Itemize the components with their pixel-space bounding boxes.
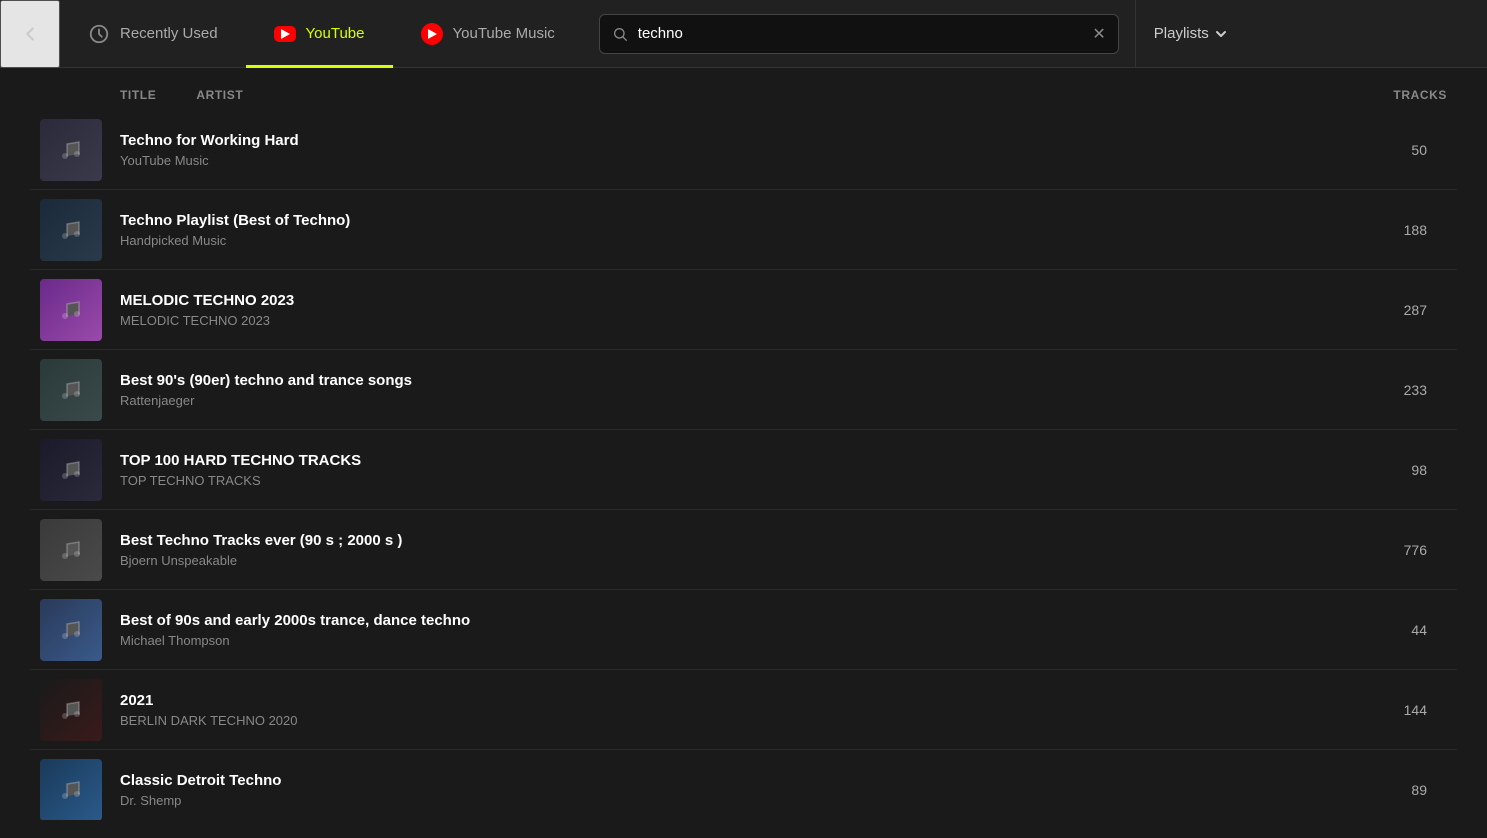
playlist-item[interactable]: Best 90's (90er) techno and trance songs…	[30, 350, 1457, 430]
search-clear-button[interactable]: ✕	[1092, 24, 1105, 44]
playlist-item[interactable]: MELODIC TECHNO 2023 MELODIC TECHNO 2023 …	[30, 270, 1457, 350]
chevron-down-icon	[1215, 28, 1227, 40]
playlist-title: 2021	[120, 692, 1327, 709]
music-note-icon	[57, 296, 85, 324]
playlist-item[interactable]: Techno Playlist (Best of Techno) Handpic…	[30, 190, 1457, 270]
playlist-tracks-count: 287	[1327, 302, 1447, 318]
playlist-artist: Handpicked Music	[120, 233, 1327, 248]
playlist-thumbnail	[40, 439, 102, 501]
playlist-artist: Dr. Shemp	[120, 793, 1327, 808]
music-note-icon	[57, 536, 85, 564]
playlist-tracks-count: 50	[1327, 142, 1447, 158]
search-icon	[612, 26, 628, 42]
tab-youtube-music-label: YouTube Music	[453, 25, 555, 42]
top-nav: Recently Used YouTube YouTube Music ✕ Pl…	[0, 0, 1487, 68]
playlist-item[interactable]: Techno for Working Hard YouTube Music 50	[30, 110, 1457, 190]
playlists-dropdown[interactable]: Playlists	[1135, 0, 1245, 68]
playlist-title: MELODIC TECHNO 2023	[120, 292, 1327, 309]
music-note-icon	[57, 456, 85, 484]
playlist-item[interactable]: TOP 100 HARD TECHNO TRACKS TOP TECHNO TR…	[30, 430, 1457, 510]
clock-icon	[88, 23, 110, 45]
playlist-title: Techno Playlist (Best of Techno)	[120, 212, 1327, 229]
playlist-thumbnail	[40, 119, 102, 181]
playlist-tracks-count: 776	[1327, 542, 1447, 558]
playlist-info: Classic Detroit Techno Dr. Shemp	[120, 772, 1327, 808]
playlist-title: Techno for Working Hard	[120, 132, 1327, 149]
playlist-artist: Michael Thompson	[120, 633, 1327, 648]
playlist-title: Best of 90s and early 2000s trance, danc…	[120, 612, 1327, 629]
tab-youtube[interactable]: YouTube	[246, 0, 393, 68]
playlist-item[interactable]: 2021 BERLIN DARK TECHNO 2020 144	[30, 670, 1457, 750]
music-note-icon	[57, 376, 85, 404]
music-note-icon	[57, 776, 85, 804]
column-headers: TITLE ARTIST TRACKS	[30, 88, 1457, 102]
playlist-info: 2021 BERLIN DARK TECHNO 2020	[120, 692, 1327, 728]
playlist-title: Best Techno Tracks ever (90 s ; 2000 s )	[120, 532, 1327, 549]
tab-recently-used-label: Recently Used	[120, 25, 218, 42]
playlist-thumbnail	[40, 199, 102, 261]
col-title-label: TITLE	[120, 88, 156, 102]
playlist-thumbnail	[40, 599, 102, 661]
tab-youtube-music[interactable]: YouTube Music	[393, 0, 583, 68]
playlist-thumbnail	[40, 519, 102, 581]
search-bar: ✕	[599, 14, 1119, 54]
playlist-item[interactable]: Classic Detroit Techno Dr. Shemp 89	[30, 750, 1457, 820]
playlist-artist: Rattenjaeger	[120, 393, 1327, 408]
playlist-artist: MELODIC TECHNO 2023	[120, 313, 1327, 328]
playlist-info: Best of 90s and early 2000s trance, danc…	[120, 612, 1327, 648]
back-button[interactable]	[0, 0, 60, 68]
youtube-icon	[274, 23, 296, 45]
music-note-icon	[57, 616, 85, 644]
back-icon	[19, 23, 41, 45]
playlist-info: MELODIC TECHNO 2023 MELODIC TECHNO 2023	[120, 292, 1327, 328]
playlist-tracks-count: 89	[1327, 782, 1447, 798]
playlist-thumbnail	[40, 279, 102, 341]
playlist-tracks-count: 188	[1327, 222, 1447, 238]
playlist-title: TOP 100 HARD TECHNO TRACKS	[120, 452, 1327, 469]
playlist-artist: Bjoern Unspeakable	[120, 553, 1327, 568]
playlist-item[interactable]: Best Techno Tracks ever (90 s ; 2000 s )…	[30, 510, 1457, 590]
playlists-label: Playlists	[1154, 25, 1209, 42]
col-tracks-label: TRACKS	[1327, 88, 1447, 102]
playlist-info: Techno Playlist (Best of Techno) Handpic…	[120, 212, 1327, 248]
playlist-tracks-count: 144	[1327, 702, 1447, 718]
playlist-artist: BERLIN DARK TECHNO 2020	[120, 713, 1327, 728]
music-note-icon	[57, 216, 85, 244]
playlist-info: Best 90's (90er) techno and trance songs…	[120, 372, 1327, 408]
playlist-thumbnail	[40, 679, 102, 741]
playlist-info: Best Techno Tracks ever (90 s ; 2000 s )…	[120, 532, 1327, 568]
main-content: TITLE ARTIST TRACKS Techno for Working H…	[0, 68, 1487, 838]
playlist-artist: TOP TECHNO TRACKS	[120, 473, 1327, 488]
tab-youtube-label: YouTube	[306, 25, 365, 42]
playlist-title: Classic Detroit Techno	[120, 772, 1327, 789]
playlist-info: TOP 100 HARD TECHNO TRACKS TOP TECHNO TR…	[120, 452, 1327, 488]
playlist-tracks-count: 233	[1327, 382, 1447, 398]
playlist-artist: YouTube Music	[120, 153, 1327, 168]
col-title-artist: TITLE ARTIST	[120, 88, 1327, 102]
playlist-tracks-count: 98	[1327, 462, 1447, 478]
youtube-music-icon	[421, 23, 443, 45]
playlist-thumbnail	[40, 359, 102, 421]
search-input[interactable]	[638, 25, 1083, 42]
playlist-list: Techno for Working Hard YouTube Music 50…	[30, 110, 1457, 820]
playlist-info: Techno for Working Hard YouTube Music	[120, 132, 1327, 168]
music-note-icon	[57, 136, 85, 164]
music-note-icon	[57, 696, 85, 724]
playlist-title: Best 90's (90er) techno and trance songs	[120, 372, 1327, 389]
playlist-tracks-count: 44	[1327, 622, 1447, 638]
tab-recently-used[interactable]: Recently Used	[60, 0, 246, 68]
playlist-item[interactable]: Best of 90s and early 2000s trance, danc…	[30, 590, 1457, 670]
playlist-thumbnail	[40, 759, 102, 821]
col-artist-label: ARTIST	[196, 88, 243, 102]
